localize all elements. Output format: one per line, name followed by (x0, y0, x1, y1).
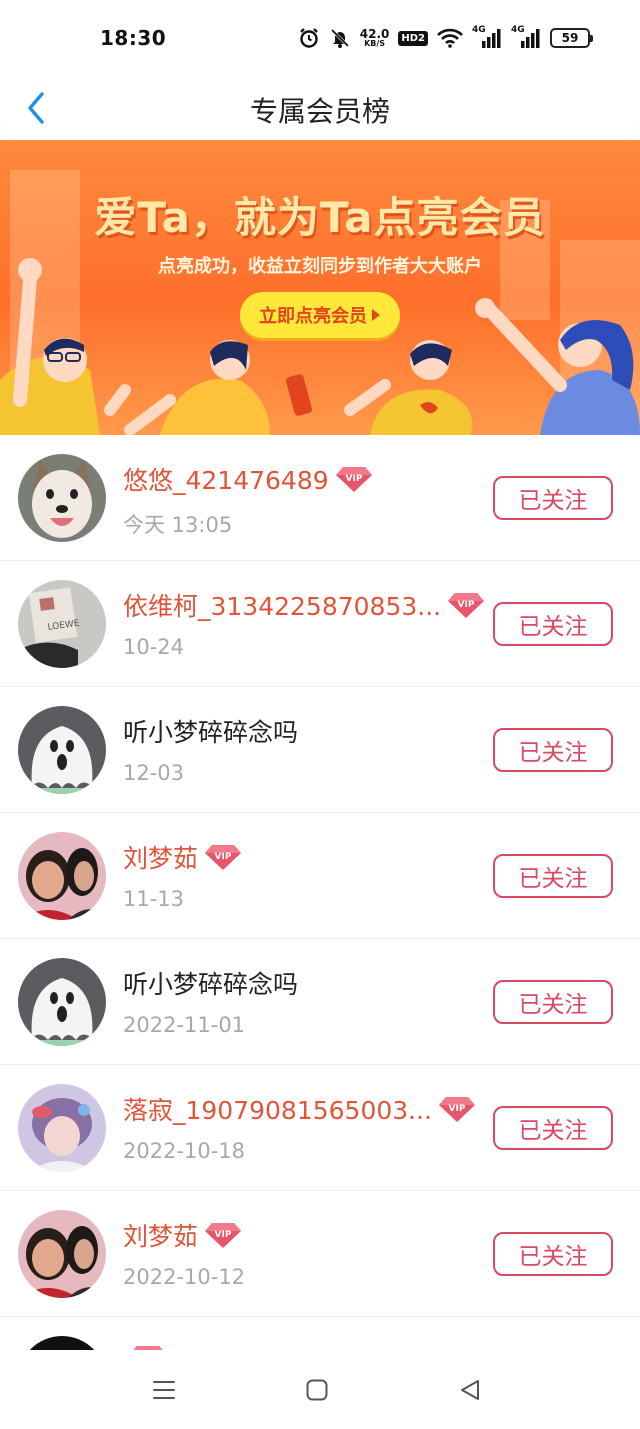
member-row[interactable]: 刘梦茹 VIP 2022-10-12 已关注 (0, 1191, 640, 1317)
avatar[interactable] (18, 1084, 106, 1172)
following-button[interactable]: 已关注 (493, 980, 613, 1024)
anime-girl-avatar-icon (18, 1084, 106, 1172)
svg-text:VIP: VIP (215, 1230, 232, 1240)
vip-diamond-icon: VIP (205, 1223, 242, 1248)
member-row[interactable]: 听小梦碎碎念吗 2022-11-01 已关注 (0, 939, 640, 1065)
member-name-line (123, 1343, 167, 1350)
svg-text:VIP: VIP (449, 1104, 466, 1114)
member-name-line: 刘梦茹 VIP (123, 839, 242, 875)
member-row[interactable]: LOEWE 依维柯_3134225870853... VIP 10-24 已关注 (0, 561, 640, 687)
following-button[interactable]: 已关注 (493, 1232, 613, 1276)
avatar[interactable] (18, 1336, 106, 1350)
banner-subtitle: 点亮成功，收益立刻同步到作者大大账户 (158, 256, 482, 277)
home-button[interactable] (297, 1374, 337, 1406)
follow-date: 2022-11-01 (123, 1013, 246, 1037)
member-name-line: 刘梦茹 VIP (123, 1217, 242, 1253)
home-square-icon (306, 1379, 328, 1401)
vip-diamond-icon: VIP (335, 467, 372, 492)
banner-headline: 爱Ta，就为Ta点亮会员 (94, 193, 546, 242)
mute-icon (329, 27, 351, 49)
dark-avatar-icon (18, 1336, 106, 1350)
two-girls-avatar-icon (18, 832, 106, 920)
avatar[interactable]: LOEWE (18, 580, 106, 668)
menu-icon (153, 1381, 175, 1399)
member-name-line: 依维柯_3134225870853... VIP (123, 587, 485, 623)
follow-date: 2022-10-12 (123, 1265, 246, 1289)
member-name: 听小梦碎碎念吗 (123, 970, 299, 999)
status-icons: 42.0 KB/S HD2 4G 4G 59 (298, 24, 593, 52)
member-list[interactable]: 悠悠_421476489 VIP 今天 13:05 已关注 LOEWE 依维柯_… (0, 435, 640, 1350)
signal-icon-2: 4G (511, 25, 541, 49)
hd-voice-badge: HD2 (398, 30, 428, 46)
following-button[interactable]: 已关注 (493, 854, 613, 898)
vip-diamond-icon: VIP (439, 1097, 476, 1122)
member-name: 刘梦茹 (123, 1222, 199, 1251)
paper-bag-avatar-icon: LOEWE (18, 580, 106, 668)
light-up-vip-button[interactable]: 立即点亮会员 (240, 292, 400, 338)
member-row[interactable]: 听小梦碎碎念吗 12-03 已关注 (0, 687, 640, 813)
avatar[interactable] (18, 958, 106, 1046)
system-back-button[interactable] (450, 1374, 490, 1406)
play-triangle-icon (372, 309, 380, 321)
signal-icon: 4G (472, 25, 502, 49)
vip-diamond-icon (133, 1346, 163, 1350)
member-name-line: 听小梦碎碎念吗 (123, 965, 298, 1001)
svg-text:VIP: VIP (345, 474, 362, 484)
vip-diamond-icon: VIP (448, 593, 485, 618)
two-girls-avatar-icon (18, 1210, 106, 1298)
back-triangle-icon (461, 1380, 479, 1400)
battery-icon: 59 (550, 28, 593, 48)
member-row[interactable]: 落寂_19079081565003... VIP 2022-10-18 已关注 (0, 1065, 640, 1191)
alarm-icon (298, 27, 320, 49)
vip-diamond-icon: VIP (205, 845, 242, 870)
avatar[interactable] (18, 1210, 106, 1298)
member-name-line: 听小梦碎碎念吗 (123, 713, 298, 749)
wifi-icon (437, 28, 463, 48)
vip-promo-banner[interactable]: 爱Ta，就为Ta点亮会员 点亮成功，收益立刻同步到作者大大账户 立即点亮会员 (0, 140, 640, 435)
network-speed: 42.0 KB/S (359, 27, 390, 48)
member-name: 刘梦茹 (123, 844, 199, 873)
member-name: 落寂_19079081565003... (123, 1096, 433, 1125)
member-name: 听小梦碎碎念吗 (123, 718, 299, 747)
follow-date: 11-13 (123, 887, 185, 911)
status-time: 18:30 (100, 26, 167, 50)
avatar[interactable] (18, 832, 106, 920)
member-row[interactable] (0, 1317, 640, 1350)
status-bar: 18:30 42.0 KB/S HD2 4G 4G 59 (0, 0, 640, 76)
ghost-avatar-icon (18, 958, 106, 1046)
husky-dog-avatar-icon (18, 454, 106, 542)
recent-apps-button[interactable] (144, 1374, 184, 1406)
top-app-bar: 专属会员榜 (0, 76, 640, 140)
svg-text:VIP: VIP (215, 852, 232, 862)
following-button[interactable]: 已关注 (493, 1106, 613, 1150)
follow-date: 10-24 (123, 635, 185, 659)
following-button[interactable]: 已关注 (493, 476, 613, 520)
page-title: 专属会员榜 (249, 95, 390, 128)
member-name: 依维柯_3134225870853... (123, 592, 442, 621)
avatar[interactable] (18, 454, 106, 542)
ghost-avatar-icon (18, 706, 106, 794)
member-name-line: 落寂_19079081565003... VIP (123, 1091, 476, 1127)
following-button[interactable]: 已关注 (493, 602, 613, 646)
member-row[interactable]: 悠悠_421476489 VIP 今天 13:05 已关注 (0, 435, 640, 561)
member-row[interactable]: 刘梦茹 VIP 11-13 已关注 (0, 813, 640, 939)
svg-text:VIP: VIP (458, 600, 475, 610)
member-name: 悠悠_421476489 (123, 466, 329, 495)
follow-date: 今天 13:05 (123, 513, 233, 537)
following-button[interactable]: 已关注 (493, 728, 613, 772)
member-name-line: 悠悠_421476489 VIP (123, 461, 373, 497)
avatar[interactable] (18, 706, 106, 794)
follow-date: 12-03 (123, 761, 185, 785)
system-nav-bar (0, 1350, 640, 1429)
follow-date: 2022-10-18 (123, 1139, 246, 1163)
